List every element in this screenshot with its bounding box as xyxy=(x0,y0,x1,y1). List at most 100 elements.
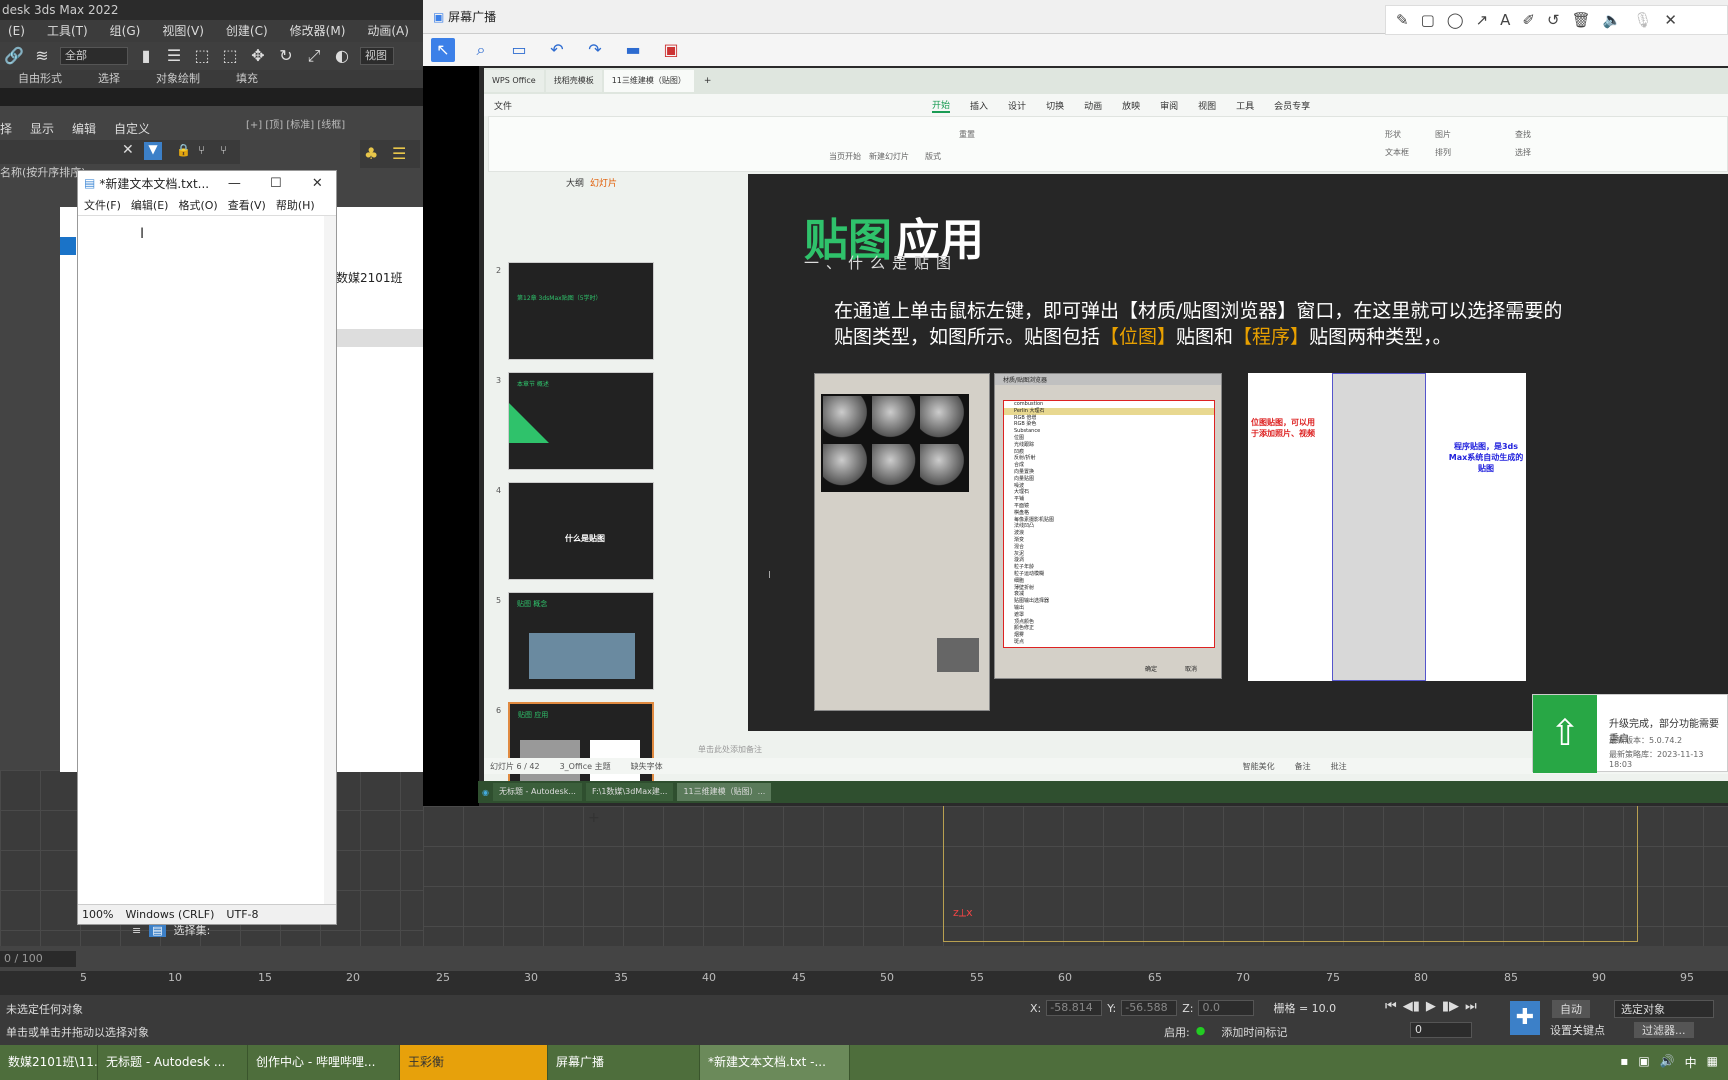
current-frame-field[interactable]: 0 xyxy=(1410,1022,1472,1038)
key-mode-icon[interactable]: ✚ xyxy=(1510,1001,1540,1035)
rib-shape[interactable]: 形状 xyxy=(1385,129,1401,140)
pen-icon[interactable]: ✎ xyxy=(1396,11,1409,29)
close-icon[interactable]: ✕ xyxy=(299,176,336,191)
track-bar[interactable]: 5 10 15 20 25 30 35 40 45 50 55 60 65 70… xyxy=(0,971,1728,995)
wps-menu-review[interactable]: 审阅 xyxy=(1160,99,1178,112)
selset-icon[interactable]: ▤ xyxy=(149,923,166,937)
maximize-icon[interactable]: ☐ xyxy=(257,176,294,191)
notes-toggle[interactable]: 备注 xyxy=(1295,761,1311,772)
explorer-breadcrumb[interactable]: 数媒2101班 xyxy=(336,269,403,286)
rib-select[interactable]: 选择 xyxy=(1515,147,1531,158)
text-icon[interactable]: A xyxy=(1500,11,1510,29)
z-field[interactable]: 0.0 xyxy=(1198,1000,1255,1016)
new-tab-icon[interactable]: + xyxy=(704,76,712,86)
trash-icon[interactable]: 🗑 xyxy=(1572,11,1591,29)
ribbon-freeform[interactable]: 自由形式 xyxy=(18,70,62,88)
np-menu-file[interactable]: 文件(F) xyxy=(84,197,121,213)
wps-menu-tools[interactable]: 工具 xyxy=(1236,99,1254,112)
max-menu-animation[interactable]: 动画(A) xyxy=(367,20,409,42)
link-icon[interactable]: 🔗 xyxy=(4,46,24,66)
wps-menu-member[interactable]: 会员专享 xyxy=(1274,99,1310,112)
rotate-icon[interactable]: ↻ xyxy=(276,46,296,66)
wps-menu-insert[interactable]: 插入 xyxy=(970,99,988,112)
sort-label[interactable]: 名称(按升序排序) xyxy=(0,164,86,180)
goto-end-icon[interactable]: ⏭ xyxy=(1465,999,1477,1014)
window-crossing-icon[interactable]: ⬚ xyxy=(220,46,240,66)
undo-icon[interactable]: ↶ xyxy=(545,38,569,62)
record-icon[interactable]: ▣ xyxy=(659,38,683,62)
task-folder[interactable]: 数媒2101班\11.14 xyxy=(0,1045,98,1080)
pointer-icon[interactable]: ↖ xyxy=(431,38,455,62)
enable-dot-icon[interactable]: ● xyxy=(1196,1024,1206,1040)
hierarchy-icon[interactable]: ⑂ xyxy=(198,143,205,157)
remote-start-icon[interactable]: ◉ xyxy=(482,788,489,797)
list-icon[interactable]: ☰ xyxy=(392,144,406,163)
np-menu-edit[interactable]: 编辑(E) xyxy=(131,197,169,213)
move-icon[interactable]: ✥ xyxy=(248,46,268,66)
tab-wps-office[interactable]: WPS Office xyxy=(484,70,544,92)
task-user[interactable]: 王彩衡 xyxy=(400,1045,548,1080)
mic-icon[interactable]: 🎙 xyxy=(1633,11,1652,29)
close-icon[interactable]: ✕ xyxy=(122,142,134,158)
reference-coord-dropdown[interactable]: 视图 xyxy=(360,47,394,65)
wps-menu-design[interactable]: 设计 xyxy=(1008,99,1026,112)
tray-grid-icon[interactable]: ▦ xyxy=(1707,1054,1718,1071)
add-slide-icon[interactable]: + xyxy=(588,810,600,826)
max-menu-create[interactable]: 创建(C) xyxy=(226,20,268,42)
tab-document[interactable]: 11三维建模（贴图） xyxy=(603,70,694,92)
task-bilibili[interactable]: 创作中心 - 哔哩哔哩... xyxy=(248,1045,400,1080)
selection-filter-dropdown[interactable]: 全部 xyxy=(60,47,128,65)
key-filter-dropdown[interactable]: 选定对象 xyxy=(1614,1000,1714,1018)
time-slider[interactable]: 0 / 100 xyxy=(0,951,76,967)
rib-find[interactable]: 查找 xyxy=(1515,129,1531,140)
scene-menu-edit[interactable]: 编辑 xyxy=(72,118,96,140)
layers-icon[interactable]: ≡ xyxy=(132,924,141,937)
rib-textbox[interactable]: 文本框 xyxy=(1385,147,1409,158)
rib-reset[interactable]: 重置 xyxy=(959,129,975,140)
prev-frame-icon[interactable]: ◀▮ xyxy=(1403,999,1420,1014)
next-frame-icon[interactable]: ▮▶ xyxy=(1442,999,1459,1014)
auto-key-button[interactable]: 自动 xyxy=(1552,1000,1590,1018)
task-notepad[interactable]: *新建文本文档.txt -... xyxy=(700,1045,850,1080)
bind-icon[interactable]: ≋ xyxy=(32,46,52,66)
filter-icon[interactable]: ▼ xyxy=(144,142,162,160)
zoom-icon[interactable]: ⌕ xyxy=(469,38,493,62)
slide-thumb-5[interactable]: 贴图 概念 xyxy=(508,592,654,690)
rib-picture[interactable]: 图片 xyxy=(1435,129,1451,140)
region-select-icon[interactable]: ⬚ xyxy=(192,46,212,66)
scale-icon[interactable]: ⤢ xyxy=(304,46,324,66)
wps-menu-slideshow[interactable]: 放映 xyxy=(1122,99,1140,112)
remote-task-max[interactable]: 无标题 - Autodesk... xyxy=(492,783,582,801)
minimize-icon[interactable]: — xyxy=(216,176,253,191)
ribbon-populate[interactable]: 填充 xyxy=(236,70,258,88)
scene-menu-display[interactable]: 显示 xyxy=(30,118,54,140)
ime-indicator[interactable]: 中 xyxy=(1685,1054,1697,1071)
task-broadcast[interactable]: 屏幕广播 xyxy=(548,1045,700,1080)
scene-menu-select[interactable]: 择 xyxy=(0,118,12,140)
explorer-row[interactable] xyxy=(336,329,423,347)
wps-menu-file[interactable]: 文件 xyxy=(494,99,512,112)
ellipse-icon[interactable]: ◯ xyxy=(1447,11,1464,29)
tab-template[interactable]: 找稻壳模板 xyxy=(545,70,602,92)
speaker-icon[interactable]: 🔈 xyxy=(1603,11,1622,29)
max-menu-views[interactable]: 视图(V) xyxy=(162,20,204,42)
np-menu-help[interactable]: 帮助(H) xyxy=(276,197,315,213)
notes-placeholder[interactable]: 单击此处添加备注 xyxy=(698,744,762,755)
screen-icon[interactable]: ▬ xyxy=(621,38,645,62)
play-icon[interactable]: ▶ xyxy=(1426,999,1436,1014)
x-field[interactable]: -58.814 xyxy=(1046,1000,1103,1016)
ribbon-selection[interactable]: 选择 xyxy=(98,70,120,88)
highlighter-icon[interactable]: ✐ xyxy=(1522,11,1535,29)
arrow-icon[interactable]: ↗ xyxy=(1476,11,1489,29)
tray-volume-icon[interactable]: 🔊 xyxy=(1660,1054,1675,1071)
slide-thumb-4[interactable]: 什么是贴图 xyxy=(508,482,654,580)
wps-menu-home[interactable]: 开始 xyxy=(932,98,951,113)
rib-play-from-current[interactable]: 当页开始 xyxy=(829,151,861,162)
rib-new-slide[interactable]: 新建幻灯片 xyxy=(869,151,909,162)
key-filters-button[interactable]: 过滤器... xyxy=(1634,1022,1694,1038)
y-field[interactable]: -56.588 xyxy=(1121,1000,1178,1016)
close-icon[interactable]: ✕ xyxy=(1664,11,1677,29)
tree-icon[interactable]: ♣ xyxy=(364,144,378,163)
task-3dsmax[interactable]: 无标题 - Autodesk ... xyxy=(98,1045,248,1080)
rib-layout[interactable]: 版式 xyxy=(925,151,941,162)
